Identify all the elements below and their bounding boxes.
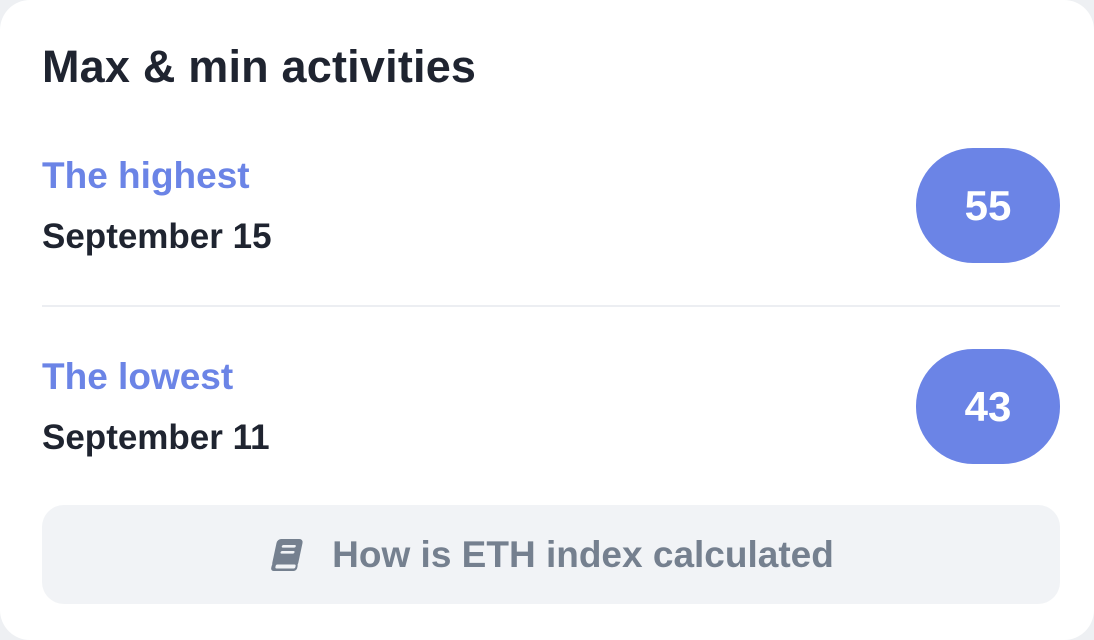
lowest-activity-row: The lowest September 11 43: [42, 349, 1060, 469]
help-button-label: How is ETH index calculated: [332, 533, 834, 575]
max-min-activities-card: Max & min activities The highest Septemb…: [0, 0, 1094, 640]
book-icon: [268, 536, 306, 574]
card-title: Max & min activities: [42, 41, 477, 92]
highest-date: September 15: [42, 217, 272, 256]
lowest-value-badge: 43: [916, 349, 1060, 464]
lowest-date: September 11: [42, 418, 270, 457]
highest-label: The highest: [42, 155, 250, 196]
divider: [42, 305, 1060, 307]
eth-index-help-button[interactable]: How is ETH index calculated: [42, 505, 1060, 604]
highest-activity-row: The highest September 15 55: [42, 148, 1060, 268]
lowest-label: The lowest: [42, 356, 234, 397]
highest-value-badge: 55: [916, 148, 1060, 263]
